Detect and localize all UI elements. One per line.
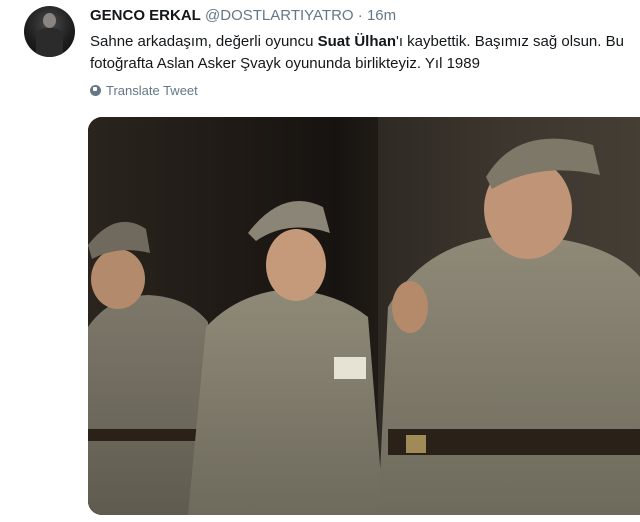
translate-label: Translate Tweet (106, 83, 198, 98)
avatar-body (36, 28, 63, 57)
tweet-photo[interactable] (88, 117, 640, 515)
globe-icon (90, 85, 101, 96)
separator-dot: · (357, 7, 363, 24)
author-name[interactable]: GENCO ERKAL (90, 7, 201, 24)
author-handle[interactable]: @DOSTLARTIYATRO (205, 7, 354, 24)
translate-tweet-link[interactable]: Translate Tweet (90, 83, 198, 98)
avatar-head (43, 13, 56, 28)
tweet-header: GENCO ERKAL @DOSTLARTIYATRO · 16m (90, 7, 396, 24)
tweet-text-mention: Suat Ülhan (317, 33, 396, 50)
tweet-text: Sahne arkadaşım, değerli oyuncu Suat Ülh… (90, 31, 630, 75)
tweet-text-before: Sahne arkadaşım, değerli oyuncu (90, 33, 318, 50)
avatar[interactable] (24, 6, 75, 57)
stage-photo (88, 117, 640, 515)
timestamp[interactable]: 16m (367, 7, 396, 24)
tweet: GENCO ERKAL @DOSTLARTIYATRO · 16m Sahne … (0, 0, 640, 522)
